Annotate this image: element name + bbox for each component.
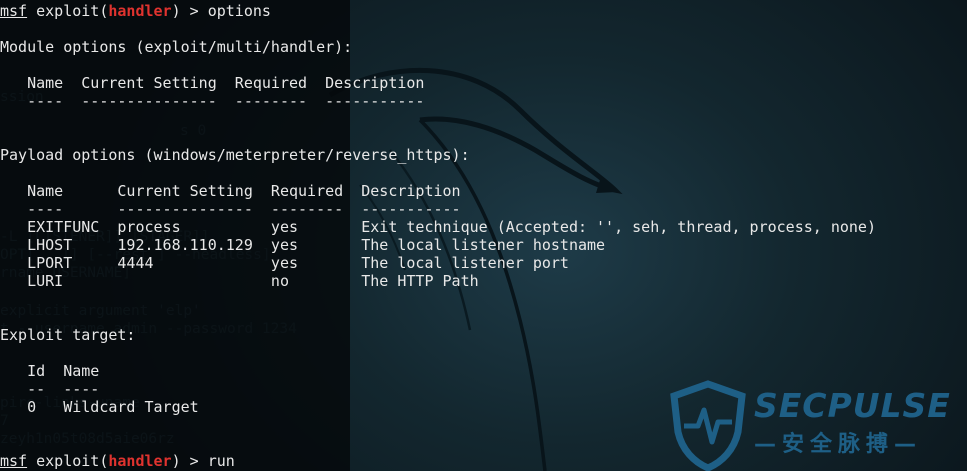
- prompt-module-name: handler: [108, 2, 172, 20]
- exploit-target-row: 0 Wildcard Target: [0, 398, 199, 416]
- module-options-heading: Module options (exploit/multi/handler):: [0, 38, 353, 56]
- prompt-line-run[interactable]: msf exploit(handler) > run: [0, 452, 967, 470]
- terminal-output: msf exploit(handler) > options Module op…: [0, 2, 967, 470]
- exploit-target-heading: Exploit target:: [0, 326, 136, 344]
- msf-prompt-label: msf: [0, 2, 28, 20]
- prompt-suffix: ) >: [171, 452, 208, 470]
- prompt-exploit-label: exploit(: [36, 2, 109, 20]
- command-run: run: [207, 452, 235, 470]
- payload-options-heading: Payload options (windows/meterpreter/rev…: [0, 146, 470, 164]
- payload-option-row-luri: LURI no The HTTP Path: [0, 272, 479, 290]
- prompt-module-name: handler: [108, 452, 172, 470]
- payload-option-row-exitfunc: EXITFUNC process yes Exit technique (Acc…: [0, 218, 876, 236]
- exploit-target-separator: -- ----: [0, 380, 100, 398]
- payload-option-row-lhost: LHOST 192.168.110.129 yes The local list…: [0, 236, 606, 254]
- payload-options-header: Name Current Setting Required Descriptio…: [0, 182, 461, 200]
- payload-option-row-lport: LPORT 4444 yes The local listener port: [0, 254, 569, 272]
- prompt-exploit-label: exploit(: [36, 452, 109, 470]
- payload-options-separator: ---- --------------- -------- ----------…: [0, 200, 461, 218]
- command-options: options: [207, 2, 271, 20]
- prompt-suffix: ) >: [171, 2, 208, 20]
- exploit-target-header: Id Name: [0, 362, 100, 380]
- msf-prompt-label: msf: [0, 452, 28, 470]
- prompt-line-options: msf exploit(handler) > options: [0, 2, 967, 20]
- module-options-header: Name Current Setting Required Descriptio…: [0, 74, 425, 92]
- desktop-screen: ssion s 0 -L [LISTENER]] [STAGER]] OPT[.…: [0, 0, 967, 471]
- module-options-separator: ---- --------------- -------- ----------…: [0, 92, 425, 110]
